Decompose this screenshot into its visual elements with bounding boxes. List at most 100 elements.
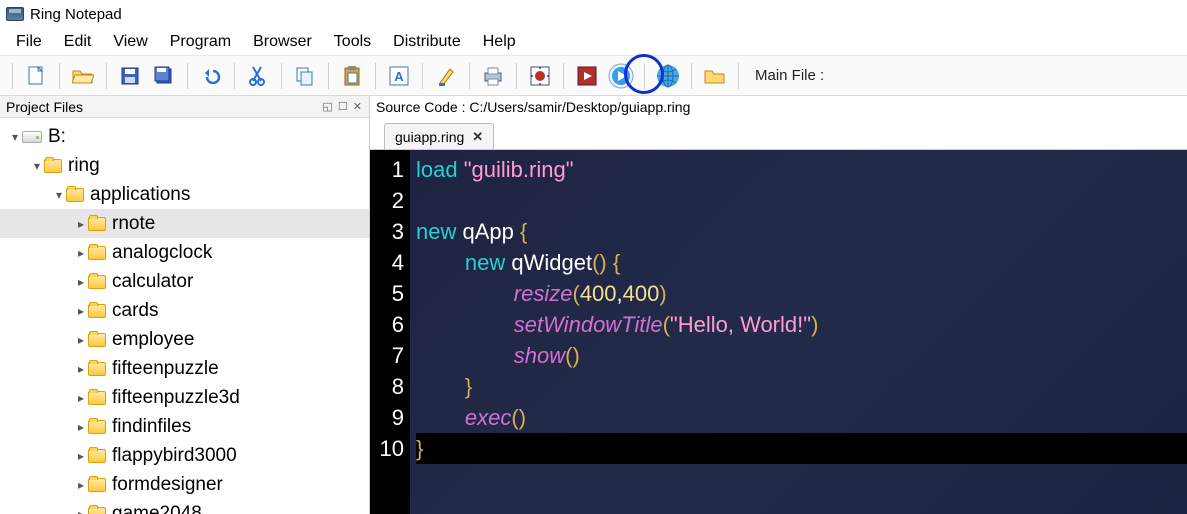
tree-label: calculator [112,271,193,293]
menu-program[interactable]: Program [160,30,241,54]
menu-tools[interactable]: Tools [324,30,381,54]
folder-icon [66,188,84,202]
chevron-down-icon[interactable]: ▾ [30,159,44,173]
web-button[interactable] [651,59,685,93]
tree-label: B: [48,126,66,148]
folder-icon [88,420,106,434]
chevron-right-icon[interactable]: ▸ [74,391,88,405]
debug-button[interactable] [523,59,557,93]
print-button[interactable] [476,59,510,93]
code-text[interactable]: load "guilib.ring"new qApp { new qWidget… [410,150,1187,514]
app-title: Ring Notepad [30,6,122,23]
tree-findinfiles[interactable]: ▸ findinfiles [0,412,369,441]
copy-button[interactable] [288,59,322,93]
tree-employee[interactable]: ▸ employee [0,325,369,354]
tree-analogclock[interactable]: ▸analogclock [0,238,369,267]
tree-label: fifteenpuzzle [112,358,219,380]
paste-button[interactable] [335,59,369,93]
folder-icon [44,159,62,173]
save-button[interactable] [113,59,147,93]
chevron-right-icon[interactable]: ▸ [74,275,88,289]
chevron-right-icon[interactable]: ▸ [74,507,88,514]
menu-bar: FileEditViewProgramBrowserToolsDistribut… [0,28,1187,56]
chevron-right-icon[interactable]: ▸ [74,420,88,434]
main-file-label: Main File : [755,67,824,84]
chevron-right-icon[interactable]: ▸ [74,217,88,231]
chevron-down-icon[interactable]: ▾ [52,188,66,202]
drive-icon [22,131,42,143]
tree-label: flappybird3000 [112,445,237,467]
chevron-right-icon[interactable]: ▸ [74,449,88,463]
tree-calculator[interactable]: ▸ calculator [0,267,369,296]
title-bar: Ring Notepad [0,0,1187,28]
tree-game2048[interactable]: ▸ game2048 [0,499,369,514]
menu-browser[interactable]: Browser [243,30,322,54]
panel-title: Project Files [6,99,83,115]
tree-cards[interactable]: ▸ cards [0,296,369,325]
chevron-right-icon[interactable]: ▸ [74,246,88,260]
folder-icon [88,217,106,231]
run-no-console-button[interactable] [570,59,604,93]
file-tree[interactable]: ▾B:▾ring▾applications▸rnote▸analogclock▸… [0,118,369,514]
folder-icon [88,391,106,405]
folder-icon [88,478,106,492]
chevron-right-icon[interactable]: ▸ [74,333,88,347]
save-all-button[interactable] [147,59,181,93]
tree-label: rnote [112,213,155,235]
tree-label: fifteenpuzzle3d [112,387,240,409]
folder-icon [88,362,106,376]
tree-label: game2048 [112,503,202,514]
color-button[interactable] [429,59,463,93]
tab-label: guiapp.ring [395,129,464,145]
tree-label: formdesigner [112,474,223,496]
run-button[interactable] [604,59,638,93]
tree-rnote[interactable]: ▸ rnote [0,209,369,238]
tree-ring[interactable]: ▾ ring [0,151,369,180]
tree-label: employee [112,329,194,351]
folder-icon [88,246,106,260]
tree-flappybird3000[interactable]: ▸ flappybird3000 [0,441,369,470]
chevron-right-icon[interactable]: ▸ [74,304,88,318]
folder-icon [88,304,106,318]
tree-label: applications [90,184,190,206]
folder-icon [88,333,106,347]
line-gutter: 12345678910 [370,150,410,514]
chevron-right-icon[interactable]: ▸ [74,478,88,492]
source-path: Source Code : C:/Users/samir/Desktop/gui… [370,96,1187,118]
tree-fifteenpuzzle3d[interactable]: ▸ fifteenpuzzle3d [0,383,369,412]
menu-edit[interactable]: Edit [54,30,102,54]
menu-help[interactable]: Help [473,30,526,54]
font-button[interactable]: A [382,59,416,93]
tree-label: findinfiles [112,416,191,438]
menu-file[interactable]: File [6,30,52,54]
svg-text:A: A [394,69,404,84]
folder-icon [88,449,106,463]
open-file-button[interactable] [66,59,100,93]
folder-icon [88,507,106,514]
project-sidebar: Project Files ◱ ☐ ✕ ▾B:▾ring▾application… [0,96,370,514]
tab-guiapp[interactable]: guiapp.ring ✕ [384,123,494,149]
undo-button[interactable] [194,59,228,93]
editor-tabs: guiapp.ring ✕ [370,118,1187,150]
editor-pane: Source Code : C:/Users/samir/Desktop/gui… [370,96,1187,514]
close-icon[interactable]: ✕ [472,129,483,145]
panel-header: Project Files ◱ ☐ ✕ [0,96,369,118]
chevron-down-icon[interactable]: ▾ [8,130,22,144]
tree-label: cards [112,300,158,322]
cut-button[interactable] [241,59,275,93]
tree-label: ring [68,155,100,177]
tree-fifteenpuzzle[interactable]: ▸ fifteenpuzzle [0,354,369,383]
app-icon [6,7,24,21]
tree-formdesigner[interactable]: ▸ formdesigner [0,470,369,499]
tree-applications[interactable]: ▾ applications [0,180,369,209]
toolbar: A Main File : [0,56,1187,96]
chevron-right-icon[interactable]: ▸ [74,362,88,376]
menu-distribute[interactable]: Distribute [383,30,471,54]
panel-controls[interactable]: ◱ ☐ ✕ [322,100,363,113]
folder-icon [88,275,106,289]
tree-drive[interactable]: ▾ B: [0,122,369,151]
new-file-button[interactable] [19,59,53,93]
menu-view[interactable]: View [103,30,157,54]
open-project-button[interactable] [698,59,732,93]
code-area[interactable]: 12345678910 load "guilib.ring"new qApp {… [370,150,1187,514]
